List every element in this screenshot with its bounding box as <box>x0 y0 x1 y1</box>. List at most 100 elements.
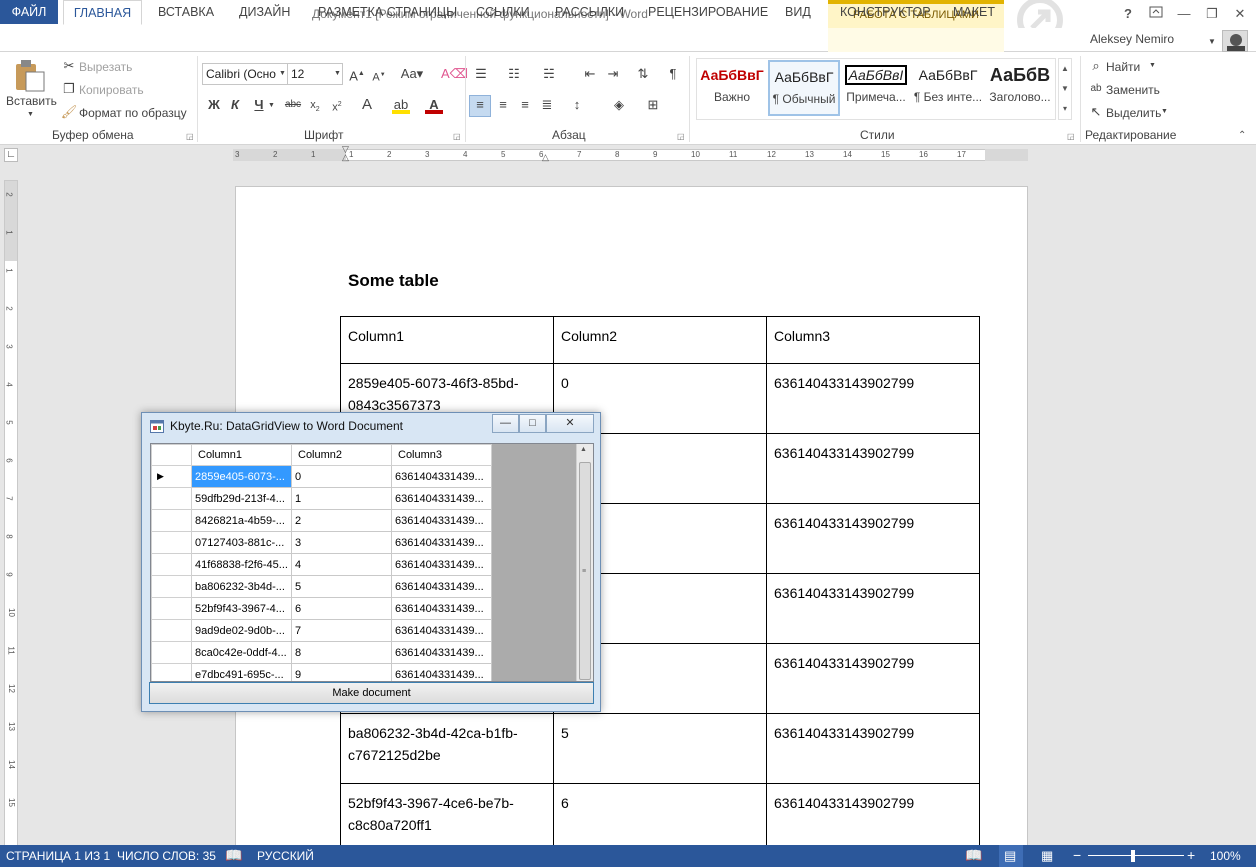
table-row[interactable]: 8426821a-4b59-... 2 6361404331439... <box>151 509 492 532</box>
borders-icon[interactable]: ⊞ <box>644 96 662 114</box>
user-dropdown-icon[interactable]: ▼ <box>1208 37 1216 46</box>
data-grid-table[interactable]: Column1 Column2 Column3 ▶ 2859e405-6073-.… <box>151 444 492 681</box>
font-color-icon[interactable]: A <box>425 96 443 114</box>
format-painter-icon[interactable]: 🖌 <box>60 103 78 121</box>
indent-marker-icon[interactable]: ▽ △ <box>342 145 349 162</box>
font-launcher-icon[interactable]: ◲ <box>453 132 461 141</box>
grid-cell[interactable]: 8 <box>291 641 392 664</box>
grid-cell[interactable]: 52bf9f43-3967-4... <box>191 597 292 620</box>
document-table-cell[interactable]: 636140433143902799 <box>766 363 980 434</box>
line-spacing-icon[interactable]: ↕ <box>568 96 586 114</box>
dialog-close-button[interactable]: ✕ <box>546 414 594 433</box>
select-icon[interactable]: ↖ <box>1087 103 1105 121</box>
row-header[interactable] <box>151 619 192 642</box>
grid-cell[interactable]: 41f68838-f2f6-45... <box>191 553 292 576</box>
grid-cell[interactable]: 2859e405-6073-... <box>191 465 292 488</box>
grid-cell[interactable]: 6361404331439... <box>391 487 492 510</box>
word-count[interactable]: ЧИСЛО СЛОВ: 35 <box>117 849 216 863</box>
right-indent-marker-icon[interactable]: △ <box>542 152 549 163</box>
data-grid[interactable]: Column1 Column2 Column3 ▶ 2859e405-6073-.… <box>150 443 594 682</box>
document-table-cell[interactable]: 636140433143902799 <box>766 503 980 574</box>
table-row[interactable]: 41f68838-f2f6-45... 4 6361404331439... <box>151 553 492 576</box>
grid-corner-header[interactable] <box>151 444 192 466</box>
read-mode-icon[interactable]: 📖 <box>965 847 982 864</box>
numbering-icon[interactable]: ☷ <box>505 65 523 83</box>
grid-cell[interactable]: 07127403-881c-... <box>191 531 292 554</box>
table-row[interactable]: e7dbc491-695c-... 9 6361404331439... <box>151 663 492 681</box>
find-dropdown-icon[interactable]: ▼ <box>1149 62 1156 69</box>
document-table-cell[interactable]: 636140433143902799 <box>766 573 980 644</box>
page-count[interactable]: СТРАНИЦА 1 ИЗ 1 <box>6 849 110 863</box>
row-header[interactable] <box>151 553 192 576</box>
style-strong[interactable]: АаБбВвГ Важно <box>696 60 768 116</box>
document-table-header-cell[interactable]: Column1 <box>340 316 554 364</box>
document-table-cell[interactable]: 636140433143902799 <box>766 783 980 854</box>
help-button[interactable]: ? <box>1118 4 1138 24</box>
grid-column-header[interactable]: Column3 <box>391 444 492 466</box>
table-row[interactable]: 52bf9f43-3967-4... 6 6361404331439... <box>151 597 492 620</box>
grid-cell[interactable]: 1 <box>291 487 392 510</box>
tab-view[interactable]: ВИД <box>785 0 811 24</box>
grid-cell[interactable]: 8ca0c42e-0ddf-4... <box>191 641 292 664</box>
ribbon-display-options-icon[interactable] <box>1146 4 1166 24</box>
table-row[interactable]: ba806232-3b4d-... 5 6361404331439... <box>151 575 492 598</box>
highlight-color-icon[interactable]: ab <box>392 96 410 114</box>
minimize-button[interactable]: — <box>1174 4 1194 24</box>
zoom-slider[interactable] <box>1088 855 1184 856</box>
cut-button[interactable]: Вырезать <box>79 60 132 74</box>
multilevel-list-icon[interactable]: ☵ <box>540 65 558 83</box>
decrease-indent-icon[interactable]: ⇤ <box>581 65 599 83</box>
change-case-icon[interactable]: Aa▾ <box>398 65 426 83</box>
grid-cell[interactable]: 59dfb29d-213f-4... <box>191 487 292 510</box>
tab-file[interactable]: ФАЙЛ <box>0 0 58 24</box>
web-layout-icon[interactable]: ▦ <box>1041 848 1053 864</box>
paste-button[interactable]: Вставить <box>6 94 57 108</box>
style-no-spacing[interactable]: АаБбВвГ ¶ Без инте... <box>912 60 984 116</box>
grid-cell[interactable]: e7dbc491-695c-... <box>191 663 292 681</box>
sort-icon[interactable]: ⇅ <box>634 65 652 83</box>
grid-column-header[interactable]: Column2 <box>291 444 392 466</box>
tab-page-layout[interactable]: РАЗМЕТКА СТРАНИЦЫ <box>318 0 457 24</box>
proofing-icon[interactable]: 📖 <box>225 847 242 864</box>
find-icon[interactable]: ⌕ <box>1087 57 1105 75</box>
dialog-minimize-button[interactable]: — <box>492 414 519 433</box>
style-heading[interactable]: АаБбВ Заголово... <box>984 60 1056 116</box>
grid-cell[interactable]: 7 <box>291 619 392 642</box>
grid-cell[interactable]: 8426821a-4b59-... <box>191 509 292 532</box>
row-header[interactable] <box>151 487 192 510</box>
row-header[interactable] <box>151 575 192 598</box>
underline-dropdown-icon[interactable]: ▼ <box>268 102 275 109</box>
grid-column-header[interactable]: Column1 <box>191 444 292 466</box>
show-formatting-marks-icon[interactable]: ¶ <box>664 65 682 83</box>
grid-cell[interactable]: 6361404331439... <box>391 531 492 554</box>
document-table-header-cell[interactable]: Column3 <box>766 316 980 364</box>
clear-formatting-icon[interactable]: A⌫ <box>441 65 468 83</box>
clipboard-launcher-icon[interactable]: ◲ <box>186 132 194 141</box>
grid-cell[interactable]: 6361404331439... <box>391 509 492 532</box>
align-center-icon[interactable]: ≡ <box>494 96 512 114</box>
close-button[interactable]: ✕ <box>1230 4 1250 24</box>
grid-cell[interactable]: 3 <box>291 531 392 554</box>
copy-icon[interactable]: ❐ <box>60 80 78 98</box>
font-name-dropdown-icon[interactable]: ▼ <box>279 70 286 77</box>
row-header[interactable]: ▶ <box>151 465 192 488</box>
row-header[interactable] <box>151 509 192 532</box>
grid-cell[interactable]: 5 <box>291 575 392 598</box>
tab-review[interactable]: РЕЦЕНЗИРОВАНИЕ <box>648 0 768 24</box>
justify-icon[interactable]: ≣ <box>538 96 556 114</box>
grid-cell[interactable]: 6361404331439... <box>391 553 492 576</box>
zoom-slider-handle[interactable] <box>1131 850 1135 862</box>
styles-launcher-icon[interactable]: ◲ <box>1067 132 1075 141</box>
document-table-cell[interactable]: 636140433143902799 <box>766 433 980 504</box>
find-button[interactable]: Найти <box>1106 60 1140 74</box>
make-document-button[interactable]: Make document <box>149 682 594 704</box>
collapse-ribbon-icon[interactable]: ⌃ <box>1238 130 1246 141</box>
tab-mailings[interactable]: РАССЫЛКИ <box>555 0 624 24</box>
row-header[interactable] <box>151 641 192 664</box>
row-header[interactable] <box>151 663 192 681</box>
document-table-cell[interactable]: 5 <box>553 713 767 784</box>
table-row[interactable]: 59dfb29d-213f-4... 1 6361404331439... <box>151 487 492 510</box>
grow-font-icon[interactable]: A▲ <box>348 65 366 83</box>
grid-cell[interactable]: 0 <box>291 465 392 488</box>
bullets-icon[interactable]: ☰ <box>472 65 490 83</box>
